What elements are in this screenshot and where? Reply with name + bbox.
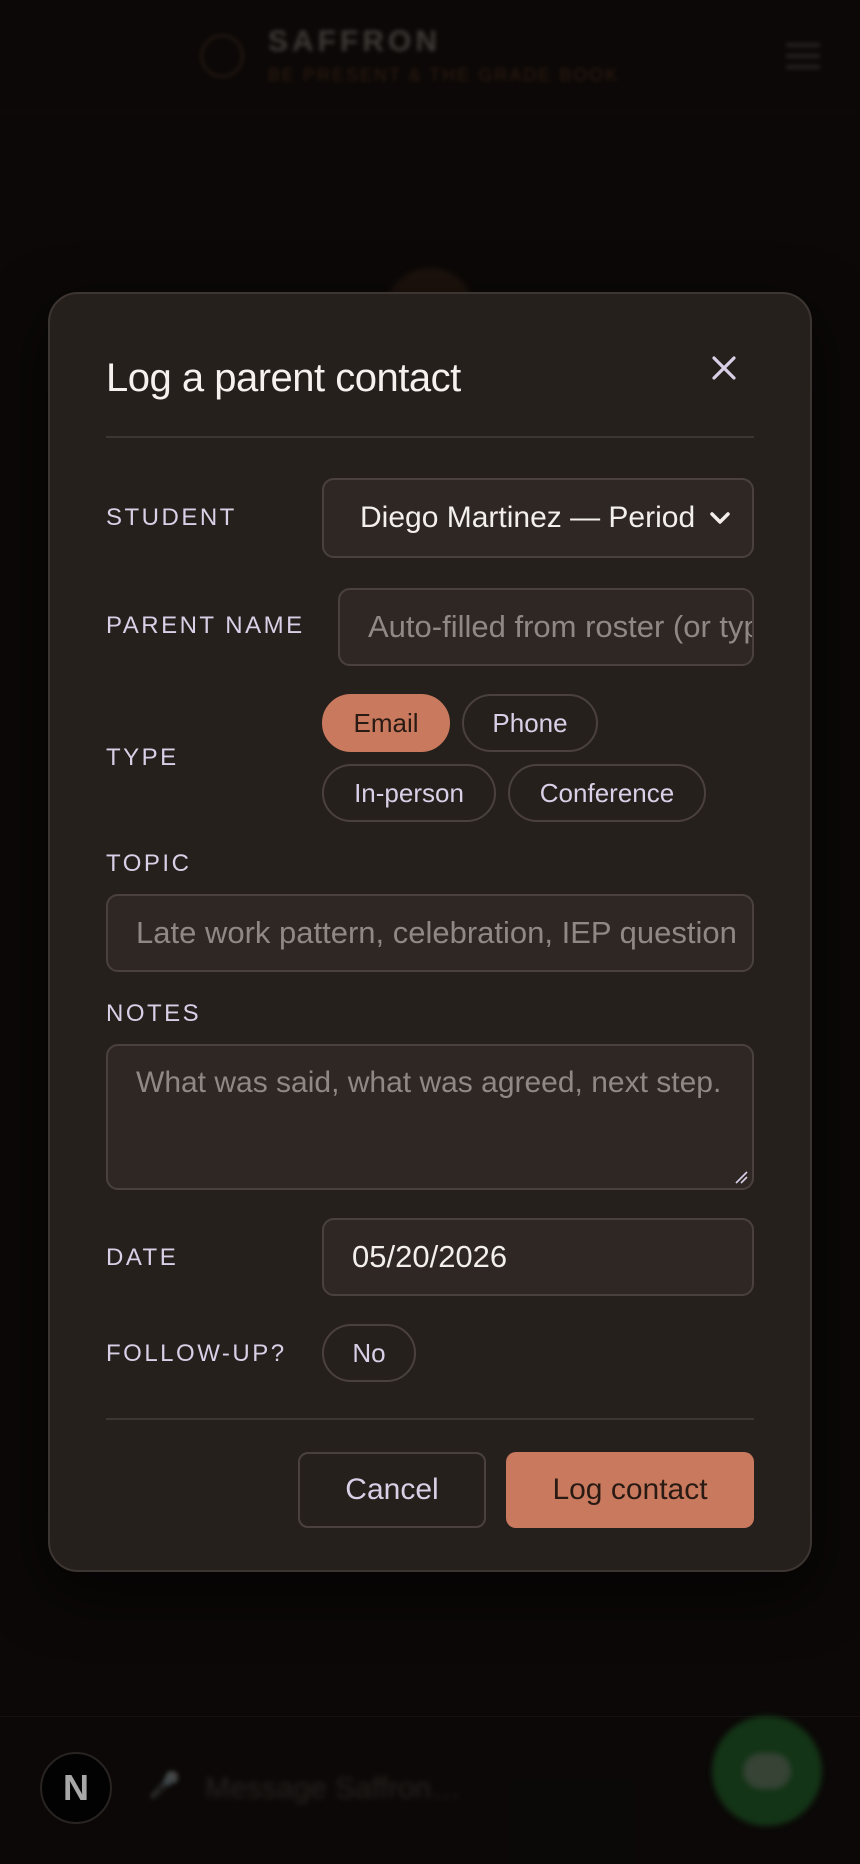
log-contact-button[interactable]: Log contact xyxy=(506,1452,754,1528)
close-button[interactable] xyxy=(702,346,746,390)
topic-placeholder: Late work pattern, celebration, IEP ques… xyxy=(136,915,737,950)
parent-name-label: PARENT NAME xyxy=(106,612,305,639)
topic-input[interactable]: Late work pattern, celebration, IEP ques… xyxy=(106,894,754,972)
notes-textarea[interactable]: What was said, what was agreed, next ste… xyxy=(106,1044,754,1190)
footer-divider xyxy=(106,1418,754,1420)
resize-handle-icon[interactable] xyxy=(732,1168,748,1184)
type-chip-email[interactable]: Email xyxy=(322,694,450,752)
follow-up-toggle[interactable]: No xyxy=(322,1324,416,1382)
close-icon xyxy=(712,356,736,380)
type-chip-conference[interactable]: Conference xyxy=(508,764,706,822)
cancel-button[interactable]: Cancel xyxy=(298,1452,486,1528)
type-chip-in-person[interactable]: In-person xyxy=(322,764,496,822)
header-divider xyxy=(106,436,754,438)
student-select[interactable]: Diego Martinez — Period xyxy=(322,478,754,558)
notes-placeholder: What was said, what was agreed, next ste… xyxy=(136,1066,722,1099)
type-chip-phone[interactable]: Phone xyxy=(462,694,598,752)
parent-name-input[interactable]: Auto-filled from roster (or type) xyxy=(338,588,754,666)
type-label: TYPE xyxy=(106,744,179,771)
modal-title: Log a parent contact xyxy=(106,356,461,400)
follow-up-label: FOLLOW-UP? xyxy=(106,1340,287,1367)
parent-name-placeholder: Auto-filled from roster (or type) xyxy=(368,609,754,644)
notes-label: NOTES xyxy=(106,1000,202,1027)
student-select-value: Diego Martinez — Period xyxy=(360,501,696,534)
topic-label: TOPIC xyxy=(106,850,192,877)
date-input[interactable]: 05/20/2026 xyxy=(322,1218,754,1296)
chevron-down-icon xyxy=(710,512,730,524)
student-label: STUDENT xyxy=(106,504,237,531)
date-value: 05/20/2026 xyxy=(352,1239,508,1274)
date-label: DATE xyxy=(106,1244,179,1271)
log-contact-modal: Log a parent contact STUDENT Diego Marti… xyxy=(48,292,812,1572)
